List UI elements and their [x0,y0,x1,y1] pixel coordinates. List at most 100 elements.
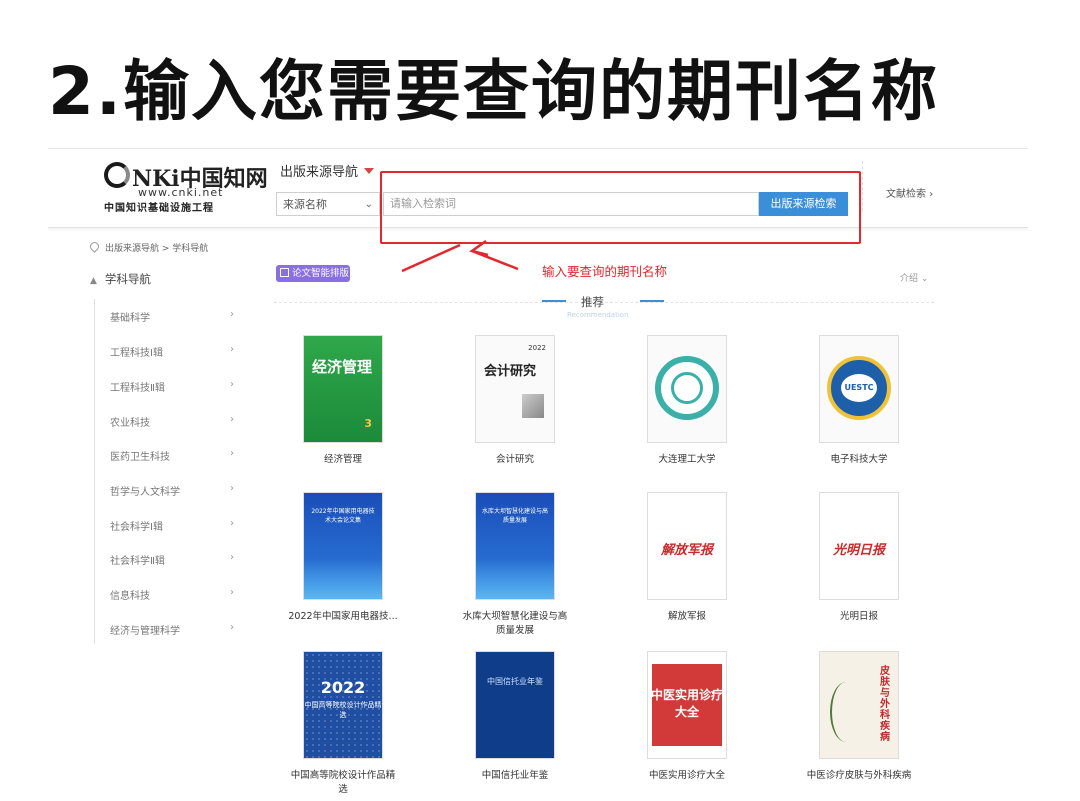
chevron-right-icon: › [230,309,234,320]
recommend-title: 推荐 [581,295,604,309]
herb-illustration-icon [830,682,862,742]
sidebar-item-0[interactable]: 基础科学 › [110,309,234,324]
sidebar-item-label: 农业科技 [110,418,150,429]
ai-format-button[interactable]: 论文智能排版 [276,265,350,282]
cover-title: 中国高等院校设计作品精选 [304,701,382,719]
journal-title[interactable]: 中医诊疗皮肤与外科疾病 [804,769,914,783]
journal-title[interactable]: 电子科技大学 [804,453,914,467]
arrow-right-line [471,249,519,271]
journal-cover[interactable]: 解放军报 [647,492,727,600]
annotation-text: 输入要查询的期刊名称 [542,264,668,279]
journal-title[interactable]: 解放军报 [632,610,742,624]
sidebar-item-1[interactable]: 工程科技Ⅰ辑 › [110,344,234,359]
chevron-right-icon: › [929,189,934,200]
university-seal-icon [655,356,719,420]
document-icon [280,268,289,277]
sidebar-item-label: 经济与管理科学 [110,626,180,637]
journal-cover[interactable]: 中国信托业年鉴 [475,651,555,759]
journal-card[interactable]: 中医实用诊疗大全 中医实用诊疗大全 [632,651,742,783]
journal-cover[interactable]: 2022 中国高等院校设计作品精选 [303,651,383,759]
nav-dropdown[interactable]: 出版来源导航 [280,161,375,180]
journal-card[interactable]: 2022年中国家用电器技术大会论文集 2022年中国家用电器技... [288,492,398,624]
cover-title: 中国信托业年鉴 [487,677,543,686]
cover-title: 解放军报 [660,543,713,558]
source-select[interactable]: 来源名称 ⌄ [276,192,380,216]
logo-tagline: 中国知识基础设施工程 [104,203,214,214]
journal-card[interactable]: 解放军报 解放军报 [632,492,742,624]
chevron-right-icon: › [230,379,234,390]
sidebar-title[interactable]: ▲ 学科导航 [90,271,151,287]
journal-card[interactable]: 光明日报 光明日报 [804,492,914,624]
journal-cover[interactable]: 皮肤与外科疾病 [819,651,899,759]
journal-title[interactable]: 中医实用诊疗大全 [632,769,742,783]
sidebar-item-label: 社会科学Ⅱ辑 [110,556,165,567]
logo-url: www.cnki.net [138,186,224,199]
breadcrumb-item-1[interactable]: 学科导航 [172,244,208,254]
location-pin-icon [88,240,101,253]
journal-title[interactable]: 水库大坝智慧化建设与高质量发展 [460,610,570,638]
cnki-logo[interactable]: NKi中国知网 www.cnki.net 中国知识基础设施工程 [104,161,268,214]
chevron-down-icon: ⌄ [920,274,929,284]
cover-title: 光明日报 [832,543,885,558]
recommend-accent-right [640,300,664,302]
chevron-right-icon: › [230,552,234,563]
sidebar-item-7[interactable]: 社会科学Ⅱ辑 › [110,552,234,567]
journal-card[interactable]: 大连理工大学 [632,335,742,467]
journal-cover[interactable]: 光明日报 [819,492,899,600]
seal-inner [671,372,703,404]
literature-search-label: 文献检索 [886,189,926,200]
journal-cover[interactable]: 中医实用诊疗大全 [647,651,727,759]
cover-title: 水库大坝智慧化建设与高质量发展 [482,508,549,524]
journal-title[interactable]: 中国信托业年鉴 [460,769,570,783]
recommend-accent-left [542,300,566,302]
journal-card[interactable]: 水库大坝智慧化建设与高质量发展 水库大坝智慧化建设与高质量发展 [460,492,570,638]
chevron-right-icon: › [230,518,234,529]
chevron-up-icon: ▲ [90,276,97,286]
journal-cover[interactable] [647,335,727,443]
university-seal-icon: UESTC [827,356,891,420]
journal-cover[interactable]: 水库大坝智慧化建设与高质量发展 [475,492,555,600]
journal-card[interactable]: 皮肤与外科疾病 中医诊疗皮肤与外科疾病 [804,651,914,783]
cover-title: 会计研究 [484,364,537,379]
chevron-right-icon: › [230,448,234,459]
nav-title: 出版来源导航 [280,165,359,180]
intro-toggle[interactable]: 介绍 ⌄ [900,271,928,284]
sidebar-item-9[interactable]: 经济与管理科学 › [110,622,234,637]
breadcrumb-item-0[interactable]: 出版来源导航 [105,244,159,254]
journal-title[interactable]: 中国高等院校设计作品精选 [288,769,398,797]
journal-card[interactable]: UESTC 电子科技大学 [804,335,914,467]
journal-title[interactable]: 光明日报 [804,610,914,624]
journal-card[interactable]: 2022 中国高等院校设计作品精选 中国高等院校设计作品精选 [288,651,398,797]
journal-cover[interactable]: 经济管理 3 [303,335,383,443]
chevron-right-icon: › [230,344,234,355]
journal-cover[interactable]: 2022年中国家用电器技术大会论文集 [303,492,383,600]
journal-cover[interactable]: UESTC [819,335,899,443]
journal-cover[interactable]: 2022 会计研究 [475,335,555,443]
sidebar-item-8[interactable]: 信息科技 › [110,587,234,602]
triangle-down-icon [364,168,375,174]
breadcrumb: 出版来源导航 > 学科导航 [88,240,208,254]
journal-title[interactable]: 会计研究 [460,453,570,467]
cnki-screenshot: NKi中国知网 www.cnki.net 中国知识基础设施工程 出版来源导航 来… [48,148,1028,801]
sidebar-item-5[interactable]: 哲学与人文科学 › [110,483,234,498]
cover-glow [304,559,382,599]
journal-card[interactable]: 2022 会计研究 会计研究 [460,335,570,467]
journal-title[interactable]: 大连理工大学 [632,453,742,467]
recommend-subtitle: Recommendation [567,311,629,319]
ai-format-label: 论文智能排版 [292,268,350,279]
journal-card[interactable]: 经济管理 3 经济管理 [288,335,398,467]
header-divider [862,161,863,211]
cover-year: 2022 [528,344,546,352]
sidebar-item-label: 医药卫生科技 [110,452,170,463]
sidebar-item-label: 工程科技Ⅰ辑 [110,348,163,359]
intro-label: 介绍 [900,274,919,284]
literature-search-link[interactable]: 文献检索 › [886,185,933,200]
sidebar-item-label: 工程科技Ⅱ辑 [110,383,165,394]
journal-title[interactable]: 经济管理 [288,453,398,467]
journal-title[interactable]: 2022年中国家用电器技... [288,610,398,624]
sidebar-item-4[interactable]: 医药卫生科技 › [110,448,234,463]
sidebar-item-2[interactable]: 工程科技Ⅱ辑 › [110,379,234,394]
sidebar-item-6[interactable]: 社会科学Ⅰ辑 › [110,518,234,533]
journal-card[interactable]: 中国信托业年鉴 中国信托业年鉴 [460,651,570,783]
sidebar-item-3[interactable]: 农业科技 › [110,414,234,429]
